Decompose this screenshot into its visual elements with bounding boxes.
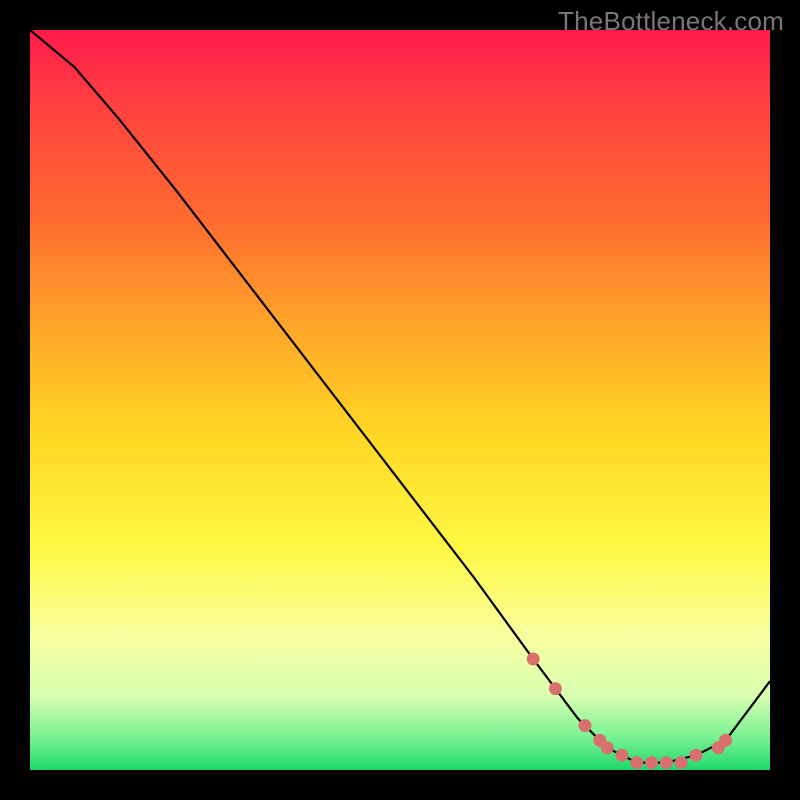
highlight-dot <box>630 756 643 769</box>
curve-layer <box>30 30 770 770</box>
highlight-dot <box>549 682 562 695</box>
plot-area <box>30 30 770 770</box>
highlight-dot <box>616 749 629 762</box>
highlight-dot <box>645 756 658 769</box>
highlight-dot <box>527 653 540 666</box>
highlight-dot <box>660 756 673 769</box>
highlight-dot <box>719 734 732 747</box>
bottleneck-curve-path <box>30 30 770 763</box>
chart-frame: TheBottleneck.com <box>0 0 800 800</box>
highlight-dot <box>675 756 688 769</box>
highlight-dot <box>690 749 703 762</box>
highlight-dot <box>601 741 614 754</box>
highlight-dot <box>579 719 592 732</box>
highlight-dots-group <box>527 653 732 770</box>
